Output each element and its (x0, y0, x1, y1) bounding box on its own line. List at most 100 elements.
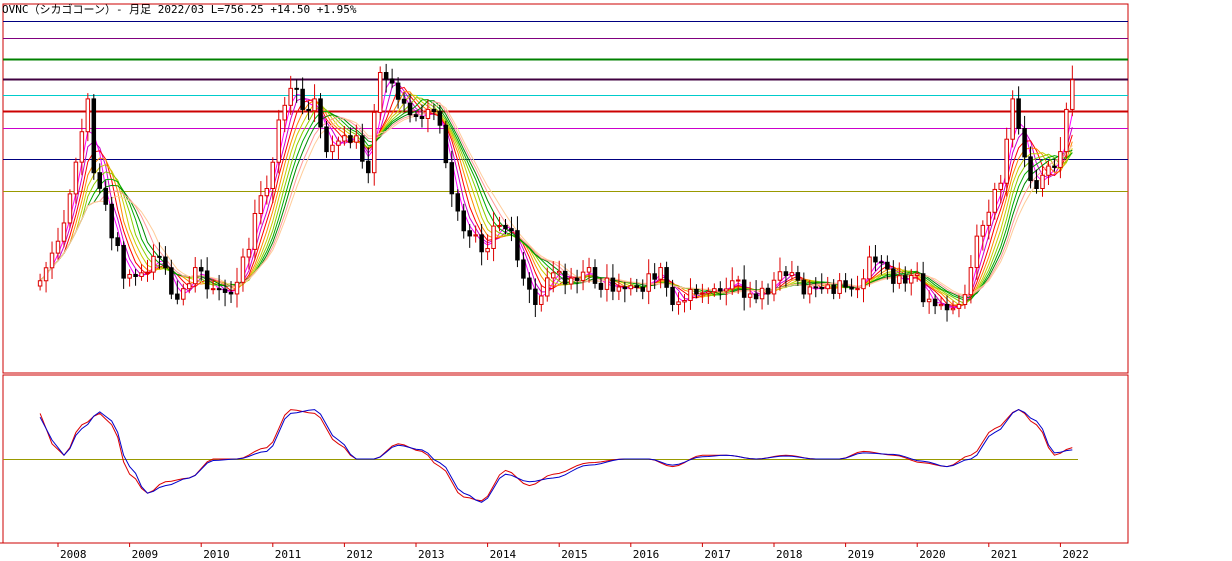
candle-body (837, 280, 842, 294)
candle-body (849, 286, 854, 290)
candle-body (753, 293, 759, 300)
candle-body (992, 188, 998, 213)
candle-body (562, 270, 568, 285)
candle-body (694, 288, 699, 295)
candle-body (962, 294, 968, 305)
candle-body (163, 256, 168, 269)
candle-body (646, 273, 651, 292)
candle-body (252, 213, 258, 250)
candle-body (383, 72, 389, 80)
candle-body (407, 102, 413, 116)
candle-body (652, 273, 657, 280)
candle-body (264, 188, 270, 197)
candle-body (103, 187, 108, 205)
x-tick-label: 2022 (1062, 548, 1089, 561)
candle-body (449, 162, 455, 195)
candle-body (897, 275, 902, 284)
candle-body (1046, 165, 1051, 176)
candle-body (43, 267, 49, 282)
candle-body (210, 288, 216, 291)
candle-body (461, 210, 466, 232)
candle-body (867, 256, 872, 280)
candle-body (664, 267, 669, 288)
candle-body (181, 288, 186, 300)
candle-body (628, 285, 634, 290)
candle-body (1016, 98, 1021, 130)
candle-body (855, 288, 860, 291)
candle-body (443, 124, 449, 164)
candle-body (336, 140, 341, 146)
candle-body (377, 72, 383, 113)
candle-body (586, 267, 592, 273)
candle-body (37, 280, 43, 287)
candle-body (759, 287, 765, 300)
candle-body (545, 277, 550, 297)
candle-body (580, 271, 586, 281)
chart-title: OVNC（シカゴコーン）- 月足 2022/03 L=756.25 +14.50… (2, 3, 357, 16)
candle-body (234, 281, 240, 295)
candle-body (914, 273, 920, 276)
candle-body (509, 228, 514, 232)
candle-body (330, 144, 335, 153)
candle-body (724, 288, 729, 292)
candle-body (342, 135, 347, 142)
candle-body (169, 267, 174, 295)
candle-body (366, 160, 371, 174)
candle-body (592, 267, 598, 284)
candle-body (908, 274, 914, 284)
candle-body (175, 293, 180, 300)
candle-body (1040, 174, 1045, 190)
x-tick-label: 2011 (275, 548, 302, 561)
candle-body (467, 230, 472, 237)
candle-body (1028, 156, 1033, 182)
candle-body (926, 298, 932, 303)
candle-body (783, 271, 789, 276)
candle-body (503, 224, 508, 230)
candle-body (300, 88, 305, 110)
candle-body (640, 286, 645, 292)
x-tick-label: 2013 (418, 548, 445, 561)
candle-body (831, 284, 836, 294)
x-tick-label: 2009 (132, 548, 159, 561)
candle-body (61, 222, 67, 242)
candle-body (670, 286, 675, 305)
candle-body (819, 286, 824, 290)
candle-body (903, 275, 908, 284)
candle-body (527, 277, 532, 290)
candle-body (873, 256, 878, 263)
candle-body (348, 135, 353, 143)
chart-window: 2008 2009 2010 2011 2012 2013 2014 2015 2016 2017… (0, 0, 1232, 561)
candle-body (55, 240, 61, 254)
candle-body (968, 267, 974, 296)
candle-body (801, 279, 807, 295)
candle-body (986, 211, 992, 226)
candle-body (139, 272, 144, 277)
candle-body (1070, 79, 1075, 110)
candle-body (97, 172, 103, 189)
candle-body (198, 267, 204, 272)
candle-body (133, 273, 138, 277)
candle-body (718, 288, 723, 292)
candle-body (288, 87, 293, 106)
candle-body (604, 277, 610, 290)
candle-body (795, 272, 801, 281)
candle-body (437, 111, 443, 126)
candle-body (879, 261, 884, 264)
candle-body (282, 104, 287, 121)
candle-body (885, 261, 890, 270)
x-tick-label: 2012 (346, 548, 373, 561)
candle-body (216, 288, 222, 291)
candle-body (938, 303, 944, 307)
candle-body (473, 234, 478, 237)
candle-body (1010, 98, 1015, 140)
candle-body (192, 267, 198, 285)
candle-body (891, 268, 896, 284)
candle-body (688, 288, 693, 301)
candle-body (1052, 165, 1057, 168)
candle-body (276, 119, 282, 163)
candle-body (1004, 138, 1009, 184)
candle-body (85, 98, 91, 133)
x-tick-label: 2016 (633, 548, 660, 561)
x-tick-label: 2015 (561, 548, 588, 561)
candle-body (1064, 108, 1069, 153)
